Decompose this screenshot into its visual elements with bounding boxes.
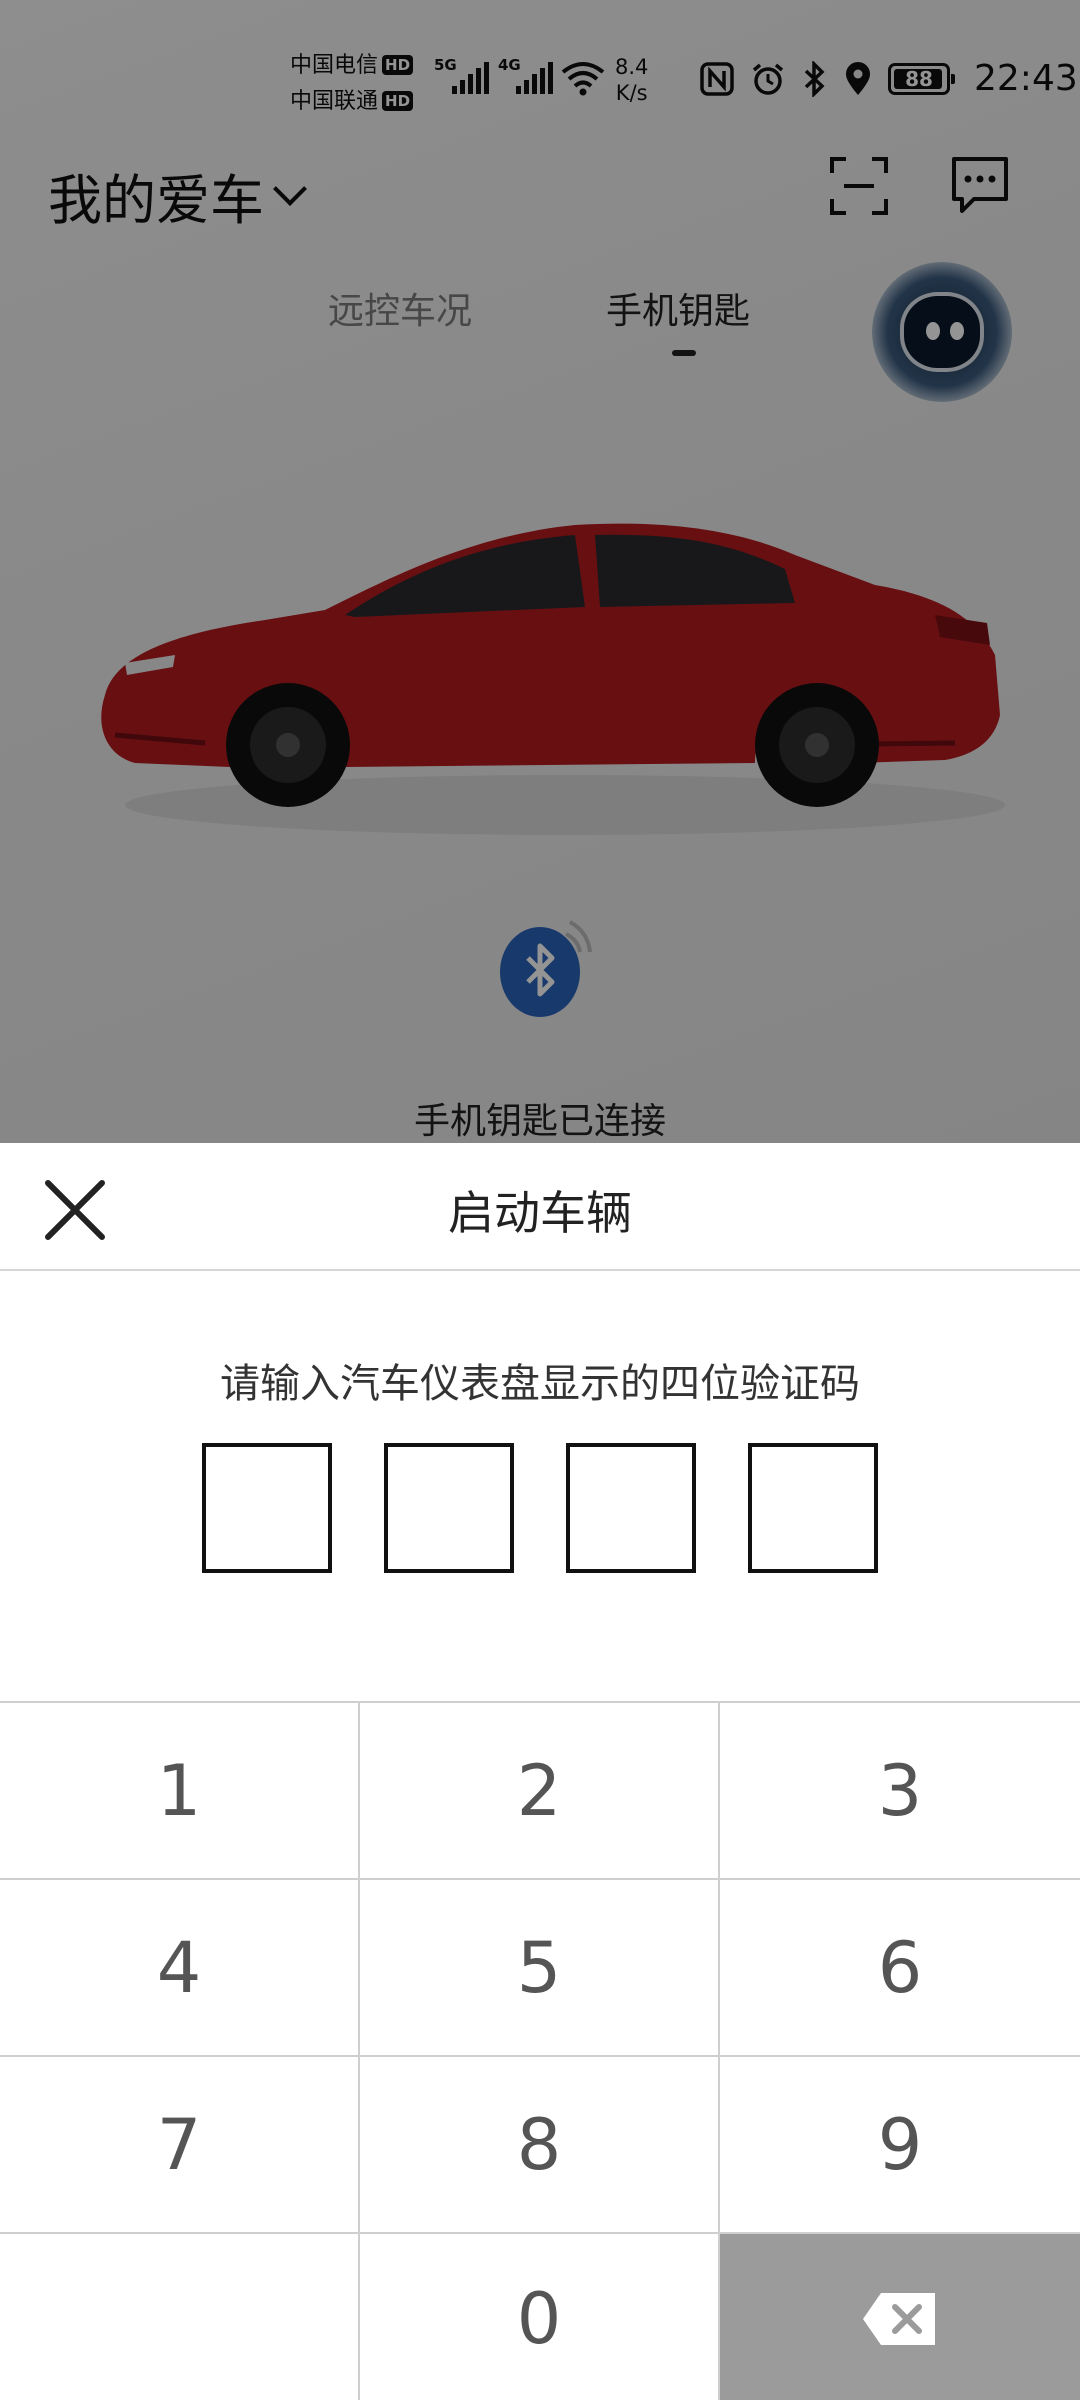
backspace-icon xyxy=(863,2292,935,2345)
signal-bars-1-icon xyxy=(452,60,489,94)
carrier-1: 中国电信 xyxy=(290,53,379,78)
bluetooth-status-icon xyxy=(804,60,825,97)
key-1[interactable]: 1 xyxy=(0,1703,360,1880)
alarm-icon xyxy=(752,63,784,95)
sheet-header: 启动车辆 xyxy=(0,1143,1080,1271)
key-blank xyxy=(0,2234,360,2400)
carrier-2: 中国联通 xyxy=(290,89,379,114)
speed-unit: K/s xyxy=(615,81,648,105)
clock: 22:43 xyxy=(974,58,1078,99)
phone-key-status: 手机钥匙已连接 xyxy=(413,1101,666,1142)
chevron-down-icon xyxy=(273,171,307,206)
battery-indicator: 88 xyxy=(888,62,955,95)
key-4[interactable]: 4 xyxy=(0,1880,360,2057)
key-9[interactable]: 9 xyxy=(720,2057,1080,2234)
car-image xyxy=(101,523,1005,835)
sheet-title: 启动车辆 xyxy=(448,1186,632,1240)
code-digit-1[interactable] xyxy=(202,1443,332,1573)
status-bar: 中国电信 HD 中国联通 HD 5G 4G 8.4 K/s 88 22:43 xyxy=(0,0,1080,150)
wifi-icon xyxy=(561,62,605,96)
nfc-icon xyxy=(700,61,734,96)
signal-bars-2-icon xyxy=(516,60,553,94)
vehicle-selector[interactable]: 我的爱车 xyxy=(48,156,307,235)
scan-icon[interactable] xyxy=(828,155,890,217)
numeric-keypad: 1 2 3 4 5 6 7 8 9 0 xyxy=(0,1701,1080,2400)
hd-badge-1: HD xyxy=(382,55,414,75)
tab-indicator xyxy=(672,350,696,356)
network-speed: 8.4 K/s xyxy=(615,54,648,106)
location-icon xyxy=(846,61,870,95)
key-8[interactable]: 8 xyxy=(360,2057,720,2234)
key-6[interactable]: 6 xyxy=(720,1880,1080,2057)
key-5[interactable]: 5 xyxy=(360,1880,720,2057)
code-digit-2[interactable] xyxy=(384,1443,514,1573)
key-7[interactable]: 7 xyxy=(0,2057,360,2234)
code-digit-3[interactable] xyxy=(566,1443,696,1573)
background-app: 中国电信 HD 中国联通 HD 5G 4G 8.4 K/s 88 22:43 我的爱… xyxy=(0,0,1080,1143)
bluetooth-key-icon xyxy=(500,920,592,1017)
backspace-button[interactable] xyxy=(720,2234,1080,2400)
battery-level: 88 xyxy=(905,66,933,91)
message-icon[interactable] xyxy=(948,155,1012,217)
status-icons: 88 22:43 xyxy=(700,58,1078,99)
speed-value: 8.4 xyxy=(615,55,649,79)
key-0[interactable]: 0 xyxy=(360,2234,720,2400)
start-vehicle-sheet: 启动车辆 请输入汽车仪表盘显示的四位验证码 1 2 3 4 5 6 7 8 9 … xyxy=(0,1143,1080,2400)
code-prompt: 请输入汽车仪表盘显示的四位验证码 xyxy=(220,1361,860,1407)
carrier-info: 中国电信 HD 中国联通 HD xyxy=(290,48,414,120)
tab-remote-status[interactable]: 远控车况 xyxy=(328,282,472,334)
key-2[interactable]: 2 xyxy=(360,1703,720,1880)
assistant-avatar-icon[interactable] xyxy=(872,262,1012,402)
hd-badge-2: HD xyxy=(382,91,414,111)
key-3[interactable]: 3 xyxy=(720,1703,1080,1880)
verification-code-input[interactable] xyxy=(202,1443,878,1573)
page-title: 我的爱车 xyxy=(48,169,264,232)
tab-phone-key[interactable]: 手机钥匙 xyxy=(606,282,750,334)
code-digit-4[interactable] xyxy=(748,1443,878,1573)
